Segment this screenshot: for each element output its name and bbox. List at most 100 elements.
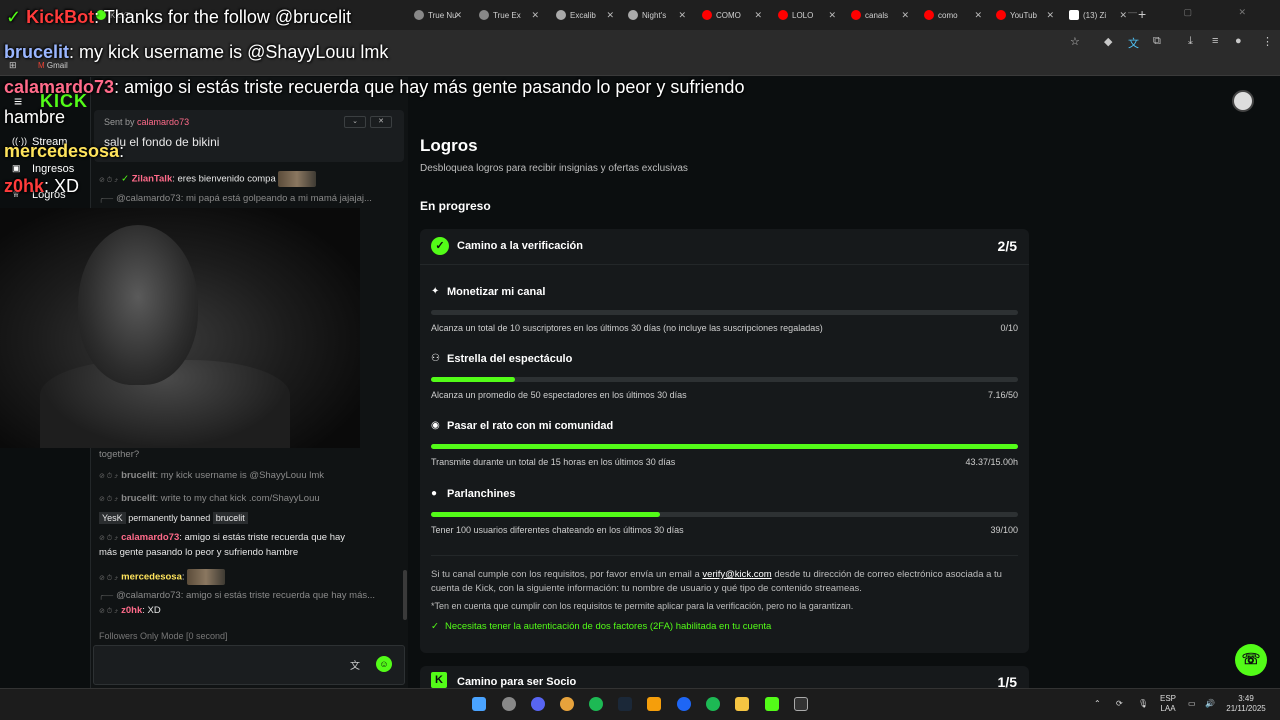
- pinned-sender: Sent by calamardo73: [104, 117, 190, 127]
- translate-icon[interactable]: 文: [350, 657, 360, 672]
- achievement-desc: Alcanza un promedio de 50 espectadores e…: [431, 390, 687, 400]
- youtube-icon: [924, 10, 934, 20]
- close-icon[interactable]: ✕: [1046, 10, 1054, 21]
- mod-actions-icon[interactable]: ⊘ ⏱ ⤴: [99, 496, 118, 503]
- close-icon[interactable]: ✕: [531, 10, 539, 21]
- tab-6[interactable]: LOLO ✕: [772, 4, 842, 26]
- window-controls[interactable]: — ▢ ✕: [1128, 7, 1268, 18]
- reply-icon: ╭──: [99, 196, 114, 203]
- achievement-desc: Transmite durante un total de 15 horas e…: [431, 457, 676, 467]
- extensions-puzzle-icon[interactable]: ⧉: [1153, 35, 1161, 48]
- achievement-item: ● Parlanchines Tener 100 usuarios difere…: [431, 488, 1018, 538]
- clock[interactable]: 3:49 21/11/2025: [1226, 694, 1266, 714]
- tab-1[interactable]: True Nu ✕: [408, 4, 468, 26]
- x-twitter-icon: [1069, 10, 1079, 20]
- reading-list-icon[interactable]: ≡: [1212, 35, 1218, 47]
- browser-app-icon[interactable]: [677, 697, 691, 711]
- achievement-item: ✦ Monetizar mi canal Alcanza un total de…: [431, 286, 1018, 336]
- download-icon[interactable]: ⤓: [1188, 35, 1193, 48]
- tab-favicon-icon: [556, 10, 566, 20]
- achievement-title: Monetizar mi canal: [447, 286, 546, 298]
- menu-kebab-icon[interactable]: ⋮: [1262, 35, 1273, 48]
- verify-email-link[interactable]: verify@kick.com: [702, 569, 771, 580]
- overlay-chat-line: hambre: [4, 107, 66, 127]
- tab-3[interactable]: Excalib ✕: [550, 4, 620, 26]
- mod-actions-icon[interactable]: ⊘ ⏱ ⤴: [99, 473, 118, 480]
- chrome-icon[interactable]: [560, 697, 574, 711]
- close-icon[interactable]: ✕: [678, 10, 686, 21]
- close-icon[interactable]: ✕: [901, 10, 909, 21]
- unpin-icon[interactable]: ✕: [370, 116, 392, 128]
- verification-instructions: Si tu canal cumple con los requisitos, p…: [431, 569, 1002, 594]
- tray-volume-icon[interactable]: 🔊: [1205, 699, 1215, 709]
- followers-only-mode-banner: Followers Only Mode [0 second]: [99, 631, 228, 641]
- achievement-value: 7.16/50: [987, 390, 1018, 400]
- taskbar-app-icon[interactable]: [502, 697, 516, 711]
- close-icon[interactable]: ✕: [828, 10, 836, 21]
- windows-start-icon[interactable]: [472, 697, 486, 711]
- bookmark-star-icon[interactable]: ☆: [1070, 35, 1080, 48]
- divider: [431, 555, 1018, 556]
- kick-k-icon: K: [431, 672, 447, 688]
- close-icon[interactable]: ✕: [1119, 10, 1127, 21]
- user-avatar[interactable]: [1232, 90, 1254, 112]
- overlay-chat-line: mercedesosa:: [4, 141, 125, 161]
- support-chat-button[interactable]: ☏: [1235, 644, 1267, 676]
- close-icon[interactable]: ✕: [754, 10, 762, 21]
- verified-badge-icon: ✓: [6, 7, 27, 27]
- achievement-card-partner[interactable]: K Camino para ser Socio 1/5: [420, 666, 1029, 690]
- tab-favicon-icon: [479, 10, 489, 20]
- progress-bar-fill: [431, 377, 516, 382]
- chat-message: ⊘ ⏱ ⤴ ✓ ZilanTalk: eres bienvenido compa: [99, 171, 317, 187]
- mod-actions-icon[interactable]: ⊘ ⏱ ⤴: [99, 177, 118, 184]
- chat-system-message: YesK permanently banned brucelit: [99, 512, 248, 524]
- chevron-down-icon[interactable]: ⌄: [344, 116, 366, 128]
- tray-chevron-up-icon[interactable]: ⌃: [1094, 699, 1101, 709]
- emote-image: [278, 171, 317, 187]
- card-progress-count: 2/5: [997, 238, 1017, 254]
- close-icon[interactable]: ✕: [974, 10, 982, 21]
- tab-4[interactable]: Night's ✕: [622, 4, 692, 26]
- shield-app-icon[interactable]: [647, 697, 661, 711]
- tray-mic-icon[interactable]: 🎙: [1138, 699, 1148, 709]
- card-header[interactable]: ✓ Camino a la verificación 2/5: [420, 229, 1029, 265]
- page-subtitle: Desbloquea logros para recibir insignias…: [420, 163, 688, 174]
- progress-bar-fill: [431, 512, 660, 517]
- close-icon[interactable]: ✕: [454, 10, 462, 21]
- profile-icon[interactable]: ●: [1235, 35, 1242, 47]
- chat-scrollbar[interactable]: [403, 570, 407, 620]
- achievement-value: 0/10: [1000, 323, 1018, 333]
- tab-5[interactable]: COMO ✕: [696, 4, 768, 26]
- extension-icon[interactable]: ◆: [1104, 35, 1112, 48]
- tab-2[interactable]: True Ex ✕: [473, 4, 545, 26]
- mod-actions-icon[interactable]: ⊘ ⏱ ⤴: [99, 608, 118, 615]
- achievement-item: ⚇ Estrella del espectáculo Alcanza un pr…: [431, 353, 1018, 403]
- chat-message: ⊘ ⏱ ⤴ z0hk: XD: [99, 605, 161, 616]
- overlay-chat-line: ✓ KickBot: Thanks for the follow @brucel…: [6, 7, 352, 27]
- windows-taskbar: [0, 688, 1280, 720]
- kick-app-icon[interactable]: [765, 697, 779, 711]
- language-indicator[interactable]: ESP LAA: [1160, 694, 1176, 714]
- mod-actions-icon[interactable]: ⊘ ⏱ ⤴: [99, 575, 118, 582]
- file-explorer-icon[interactable]: [735, 697, 749, 711]
- tray-sync-icon[interactable]: ⟳: [1116, 699, 1123, 709]
- tab-8[interactable]: como ✕: [918, 4, 988, 26]
- spotify-icon[interactable]: [706, 697, 720, 711]
- translate-extension-icon[interactable]: 文: [1128, 35, 1139, 51]
- tab-9[interactable]: YouTub ✕: [990, 4, 1060, 26]
- tab-7[interactable]: canals ✕: [845, 4, 915, 26]
- youtube-icon: [851, 10, 861, 20]
- tab-10[interactable]: (13) Zi ✕: [1063, 4, 1133, 26]
- tab-favicon-icon: [414, 10, 424, 20]
- close-icon[interactable]: ✕: [606, 10, 614, 21]
- discord-icon[interactable]: [531, 697, 545, 711]
- page-title: Logros: [420, 136, 478, 155]
- mod-actions-icon[interactable]: ⊘ ⏱ ⤴: [99, 535, 118, 542]
- emote-picker-icon[interactable]: ☺: [376, 656, 392, 672]
- tray-network-icon[interactable]: ▭: [1188, 699, 1196, 709]
- verified-check-icon: ✓: [431, 237, 449, 255]
- steam-icon[interactable]: [618, 697, 632, 711]
- epic-games-icon[interactable]: [794, 697, 808, 711]
- sidebar-item-ingresos[interactable]: ▣ Ingresos: [12, 163, 74, 175]
- spotify-icon[interactable]: [589, 697, 603, 711]
